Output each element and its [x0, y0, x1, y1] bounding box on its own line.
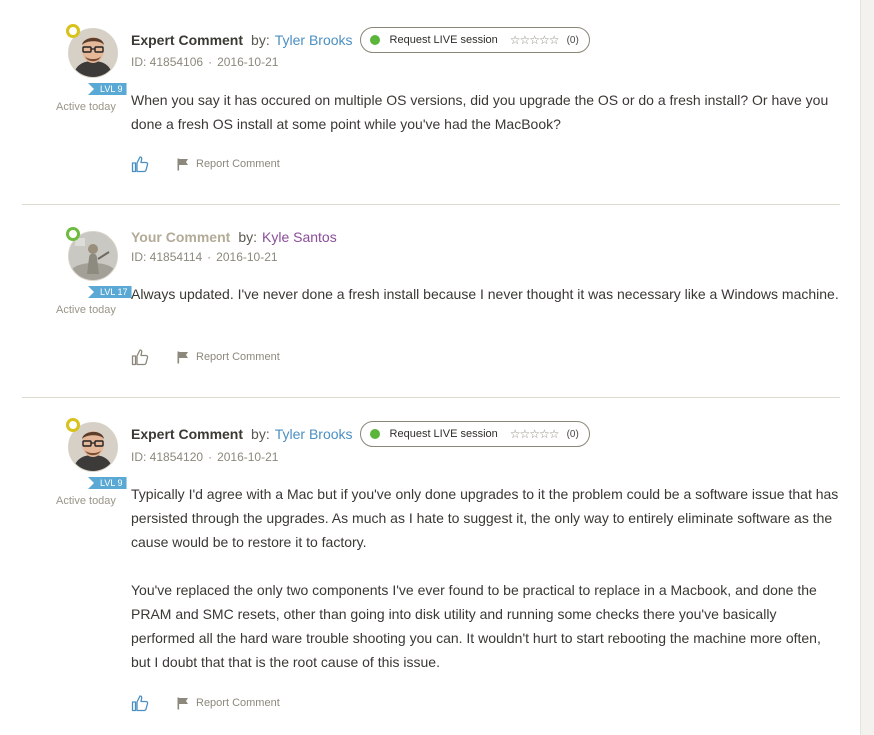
online-indicator-icon	[369, 35, 380, 45]
comment-actions: Report Comment	[131, 693, 280, 713]
author-link[interactable]: Tyler Brooks	[275, 32, 353, 48]
by-label: by:	[238, 229, 257, 245]
rating-count: (0)	[566, 34, 579, 46]
report-comment-label: Report Comment	[196, 158, 280, 170]
by-label: by:	[251, 426, 270, 442]
comment-date: 2016-10-21	[217, 55, 279, 69]
rating-count: (0)	[566, 428, 579, 440]
star-rating-icon: ☆☆☆☆☆	[509, 427, 560, 441]
level-badge: LVL 9	[88, 477, 127, 489]
comment-date: 2016-10-21	[217, 450, 279, 464]
report-comment-button[interactable]: Report Comment	[177, 158, 280, 171]
comment-body: Typically I'd agree with a Mac but if yo…	[131, 482, 841, 674]
chat-bubble-icon	[66, 24, 80, 38]
comment-expert-41854106: LVL 9 Active today Expert Comment by: Ty…	[22, 0, 840, 204]
page-right-gutter	[860, 0, 874, 735]
report-comment-button[interactable]: Report Comment	[177, 697, 280, 710]
level-badge: LVL 17	[88, 286, 132, 298]
by-label: by:	[251, 32, 270, 48]
separator-dot: ·	[207, 250, 212, 264]
author-link[interactable]: Tyler Brooks	[275, 426, 353, 442]
separator-dot: ·	[208, 450, 213, 464]
report-comment-label: Report Comment	[196, 351, 280, 363]
comment-id: ID: 41854106	[131, 55, 204, 69]
comment-type-label: Expert Comment	[131, 32, 244, 48]
thumbs-up-icon[interactable]	[131, 348, 149, 366]
comment-paragraph: You've replaced the only two components …	[131, 582, 821, 670]
comment-actions: Report Comment	[131, 154, 280, 174]
comment-paragraph: When you say it has occured on multiple …	[131, 92, 829, 132]
author-link[interactable]: Kyle Santos	[262, 229, 337, 245]
chat-bubble-icon	[66, 227, 80, 241]
request-live-session-button[interactable]: Request LIVE session ☆☆☆☆☆ (0)	[359, 27, 590, 53]
comment-type-label: Your Comment	[131, 229, 231, 245]
comment-meta: ID: 41854120 · 2016-10-21	[131, 450, 278, 464]
comment-actions: Report Comment	[131, 347, 280, 367]
request-live-session-label: Request LIVE session	[389, 34, 498, 46]
online-indicator-icon	[369, 429, 380, 439]
request-live-session-button[interactable]: Request LIVE session ☆☆☆☆☆ (0)	[359, 421, 590, 447]
comment-paragraph: Always updated. I've never done a fresh …	[131, 286, 839, 302]
chat-bubble-icon	[66, 418, 80, 432]
comment-type-label: Expert Comment	[131, 426, 244, 442]
comment-expert-41854120: LVL 9 Active today Expert Comment by: Ty…	[22, 398, 840, 735]
comment-date: 2016-10-21	[216, 250, 278, 264]
thumbs-up-icon[interactable]	[131, 155, 149, 173]
comment-header: Your Comment by: Kyle Santos	[131, 224, 337, 250]
request-live-session-label: Request LIVE session	[389, 428, 498, 440]
separator-dot: ·	[208, 55, 213, 69]
flag-icon	[177, 158, 189, 171]
comment-id: ID: 41854120	[131, 450, 204, 464]
comment-feed: LVL 9 Active today Expert Comment by: Ty…	[0, 0, 860, 735]
comment-header: Expert Comment by: Tyler Brooks Request …	[131, 27, 590, 53]
comment-id: ID: 41854114	[131, 250, 203, 264]
flag-icon	[177, 351, 189, 364]
report-comment-label: Report Comment	[196, 697, 280, 709]
comment-paragraph: Typically I'd agree with a Mac but if yo…	[131, 486, 839, 550]
comment-header: Expert Comment by: Tyler Brooks Request …	[131, 421, 590, 447]
star-rating-icon: ☆☆☆☆☆	[509, 33, 560, 47]
level-badge: LVL 9	[88, 83, 127, 95]
comment-meta: ID: 41854106 · 2016-10-21	[131, 55, 278, 69]
comment-meta: ID: 41854114 · 2016-10-21	[131, 250, 278, 264]
flag-icon	[177, 697, 189, 710]
comment-body: Always updated. I've never done a fresh …	[131, 282, 841, 306]
thumbs-up-icon[interactable]	[131, 694, 149, 712]
report-comment-button[interactable]: Report Comment	[177, 351, 280, 364]
comment-body: When you say it has occured on multiple …	[131, 88, 841, 136]
comment-own-41854114: LVL 17 Active today Your Comment by: Kyl…	[22, 205, 840, 397]
